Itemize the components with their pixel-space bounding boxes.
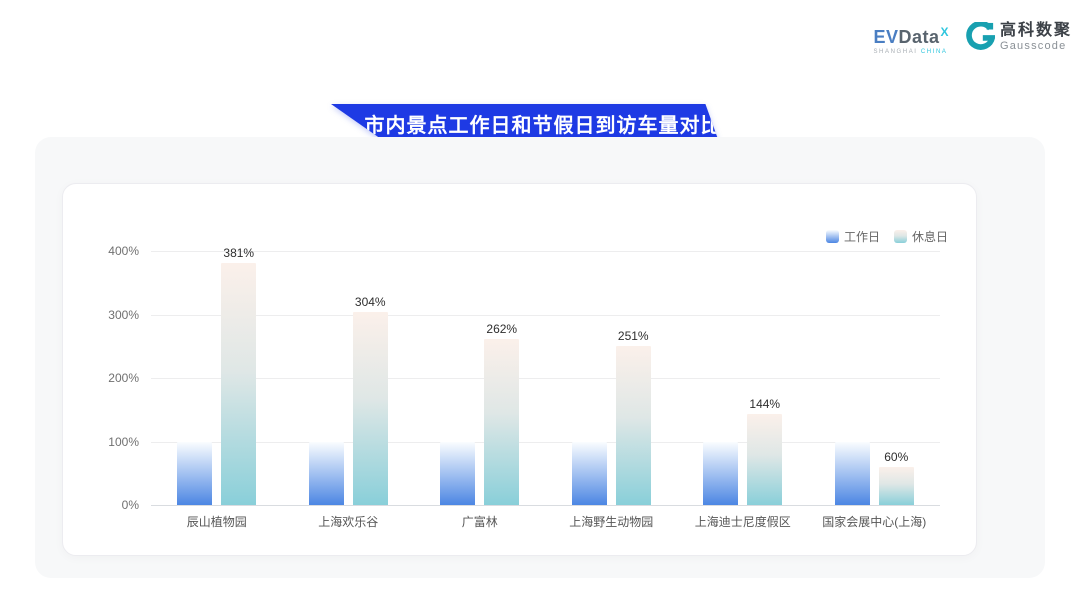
x-axis-label: 辰山植物园 (187, 513, 247, 530)
chart-legend: 工作日 休息日 (826, 228, 948, 245)
gausscode-cn-name: 高科数聚 (1000, 22, 1072, 40)
evdata-subtitle: SHANGHAI CHINA (873, 49, 947, 55)
category-group: 144%上海迪士尼度假区 (677, 251, 809, 505)
bar-休息日: 144% (747, 414, 782, 505)
y-axis-tick: 0% (122, 498, 139, 512)
evdata-logo: EVDataX SHANGHAI CHINA (873, 22, 949, 55)
bar-工作日 (309, 442, 344, 506)
bar-工作日 (440, 442, 475, 506)
content-panel: 工作日休息日 0%100%200%300%400%381%辰山植物园304%上海… (35, 137, 1045, 578)
bar-休息日: 304% (353, 312, 388, 505)
evdata-subtitle-china: CHINA (921, 49, 948, 55)
legend-item-工作日[interactable]: 工作日 (826, 228, 880, 245)
page-title: 市内景点工作日和节假日到访车量对比 (365, 109, 722, 138)
category-group: 251%上海野生动物园 (546, 251, 678, 505)
bar-休息日: 262% (484, 339, 519, 505)
x-axis-label: 上海欢乐谷 (318, 513, 378, 530)
category-group: 381%辰山植物园 (151, 251, 283, 505)
evdata-ev-text: EV (873, 27, 898, 47)
gausscode-logo: 高科数聚 Gausscode (965, 22, 1072, 52)
bar-value-label: 60% (884, 450, 908, 464)
category-group: 304%上海欢乐谷 (283, 251, 415, 505)
bar-value-label: 304% (355, 295, 386, 309)
header-logos: EVDataX SHANGHAI CHINA 高科数聚 Gausscode (873, 22, 1072, 55)
page: EVDataX SHANGHAI CHINA 高科数聚 Gausscode 市内… (0, 0, 1080, 608)
gridline (151, 505, 940, 506)
category-group: 60%国家会展中心(上海) (809, 251, 941, 505)
y-axis-tick: 100% (108, 435, 139, 449)
bar-工作日 (703, 442, 738, 506)
bar-休息日: 251% (616, 346, 651, 505)
x-axis-label: 国家会展中心(上海) (822, 513, 926, 530)
evdata-wordmark: EVDataX (873, 26, 949, 46)
bar-休息日: 381% (221, 263, 256, 505)
evdata-data-text: Data (898, 27, 939, 47)
y-axis-tick: 300% (108, 308, 139, 322)
bar-value-label: 251% (618, 329, 649, 343)
bar-value-label: 381% (223, 246, 254, 260)
bar-休息日: 60% (879, 467, 914, 505)
x-axis-label: 广富林 (462, 513, 498, 530)
evdata-subtitle-shanghai: SHANGHAI (873, 49, 917, 55)
bar-groups: 381%辰山植物园304%上海欢乐谷262%广富林251%上海野生动物园144%… (151, 251, 940, 505)
legend-label: 休息日 (912, 228, 948, 245)
bar-工作日 (572, 442, 607, 506)
bar-value-label: 262% (486, 322, 517, 336)
chart-plot: 0%100%200%300%400%381%辰山植物园304%上海欢乐谷262%… (151, 251, 940, 505)
y-axis-tick: 400% (108, 244, 139, 258)
bar-工作日 (177, 442, 212, 506)
evdata-x-mark: X (940, 25, 949, 39)
x-axis-label: 上海迪士尼度假区 (695, 513, 791, 530)
x-axis-label: 上海野生动物园 (569, 513, 653, 530)
legend-label: 工作日 (844, 228, 880, 245)
legend-item-休息日[interactable]: 休息日 (894, 228, 948, 245)
gausscode-g-icon (965, 22, 995, 52)
gausscode-text: 高科数聚 Gausscode (1000, 22, 1072, 52)
legend-swatch (826, 230, 839, 243)
chart-card: 工作日休息日 0%100%200%300%400%381%辰山植物园304%上海… (62, 183, 977, 556)
y-axis-tick: 200% (108, 371, 139, 385)
category-group: 262%广富林 (414, 251, 546, 505)
bar-工作日 (835, 442, 870, 506)
bar-value-label: 144% (749, 397, 780, 411)
legend-swatch (894, 230, 907, 243)
gausscode-en-name: Gausscode (1000, 40, 1072, 52)
